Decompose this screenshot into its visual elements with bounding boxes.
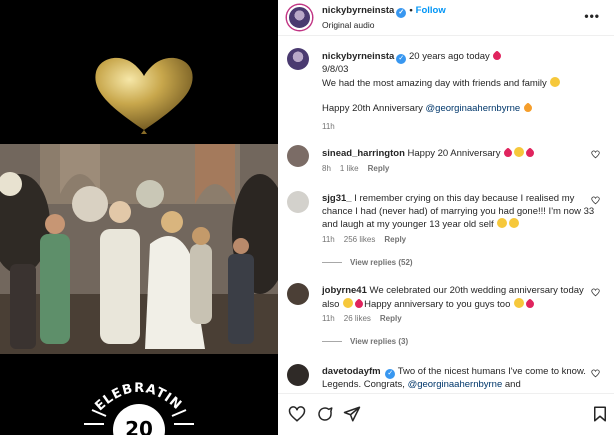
red-heart-emoji [491, 50, 504, 62]
comment-username[interactable]: sjg31_ [322, 193, 352, 204]
gold-heart-balloon-image [95, 57, 193, 134]
red-heart-emoji [502, 147, 514, 159]
comment-avatar[interactable] [287, 364, 309, 386]
post-panel: nickybyrneinsta ✓ • Follow Original audio •… [278, 0, 614, 435]
celebrating-badge: CELEBRATING 20 [74, 372, 194, 435]
caption-meta: 11h [322, 122, 344, 131]
action-bar [278, 393, 614, 435]
comment-item: sinead_harrington Happy 20 Anniversary 8… [287, 144, 607, 180]
reply-button[interactable]: Reply [380, 314, 402, 323]
comment-avatar[interactable] [287, 191, 309, 213]
post-media[interactable]: CELEBRATING 20 [0, 0, 278, 435]
badge-number: 20 [125, 417, 153, 435]
heart-icon[interactable] [591, 369, 600, 378]
caption-line1: We had the most amazing day with friends… [322, 77, 547, 89]
post-header: nickybyrneinsta ✓ • Follow Original audio •… [278, 0, 614, 36]
separator-dot: • [409, 5, 413, 16]
comment-likes[interactable]: 26 likes [344, 314, 371, 323]
caption-age: 11h [322, 122, 335, 131]
comment-age: 11h [322, 235, 335, 244]
verified-icon: ✓ [385, 369, 396, 379]
comment-icon[interactable] [316, 405, 334, 423]
view-replies-button[interactable]: View replies (3) [322, 337, 408, 346]
comment-username[interactable]: jobyrne41 [322, 285, 367, 296]
caption-username[interactable]: nickybyrneinsta [322, 51, 394, 62]
heart-eyes-emoji [514, 297, 524, 308]
smiling-emoji [550, 76, 561, 87]
comment-text: Happy 20 Anniversary [407, 148, 501, 159]
caption-mention[interactable]: @georginaahernbyrne [426, 103, 521, 114]
laughing-emoji [509, 218, 520, 228]
heart-icon[interactable] [591, 288, 600, 297]
wedding-photo [0, 144, 278, 354]
bookmark-icon[interactable] [591, 405, 609, 423]
comment-tail: and [504, 379, 521, 390]
author-avatar[interactable] [287, 5, 312, 30]
view-replies-label: View replies (52) [350, 258, 413, 267]
comment-item: jobyrne41 We celebrated our 20th wedding… [287, 282, 607, 350]
author-username[interactable]: nickybyrneinsta [322, 5, 394, 16]
comment-item: sjg31_ I remember crying on this day bec… [287, 190, 607, 270]
comment-age: 11h [322, 314, 335, 323]
laughing-emoji [497, 218, 508, 228]
reply-button[interactable]: Reply [384, 235, 406, 244]
verified-icon: ✓ [396, 54, 407, 64]
audio-link[interactable]: Original audio [322, 20, 374, 30]
comment-item: davetodayfm ✓ Two of the nicest humans I… [287, 363, 607, 393]
comment-username[interactable]: davetodayfm [322, 366, 381, 377]
caption-block: nickybyrneinsta ✓ 20 years ago today 9/8/… [287, 47, 607, 143]
caption-time-text: 20 years ago today [408, 51, 490, 62]
heart-icon[interactable] [591, 196, 600, 205]
comment-meta: 8h 1 like Reply [322, 164, 398, 173]
view-replies-button[interactable]: View replies (52) [322, 258, 413, 267]
comment-age: 8h [322, 164, 331, 173]
comment-likes[interactable]: 1 like [340, 164, 359, 173]
heart-eyes-emoji [343, 297, 354, 308]
orange-heart-emoji [522, 101, 534, 114]
party-emoji [514, 147, 525, 157]
follow-button[interactable]: Follow [416, 5, 446, 16]
comments-scroll[interactable]: nickybyrneinsta ✓ 20 years ago today 9/8/… [278, 37, 614, 393]
red-heart-emoji [524, 297, 536, 310]
more-options-icon[interactable]: ••• [584, 9, 600, 23]
heart-icon[interactable] [288, 405, 306, 423]
send-icon[interactable] [343, 405, 361, 423]
comment-meta: 11h 26 likes Reply [322, 314, 411, 323]
comment-avatar[interactable] [287, 283, 309, 305]
comment-meta: 11h 256 likes Reply [322, 235, 415, 244]
reply-button[interactable]: Reply [368, 164, 390, 173]
verified-icon: ✓ [396, 8, 407, 18]
view-replies-label: View replies (3) [350, 337, 409, 346]
comment-text-2: Happy anniversary to you guys too [364, 298, 511, 310]
red-heart-emoji [524, 147, 536, 159]
caption-line2: Happy 20th Anniversary [322, 102, 426, 114]
comment-username[interactable]: sinead_harrington [322, 148, 405, 159]
comment-likes[interactable]: 256 likes [344, 235, 376, 244]
comment-mention[interactable]: @georginaahernbyrne [408, 379, 503, 390]
caption-avatar[interactable] [287, 48, 309, 70]
caption-date: 9/8/03 [322, 64, 349, 75]
comment-text: I remember crying on this day because I … [322, 193, 595, 230]
heart-icon[interactable] [591, 150, 600, 159]
comment-avatar[interactable] [287, 145, 309, 167]
